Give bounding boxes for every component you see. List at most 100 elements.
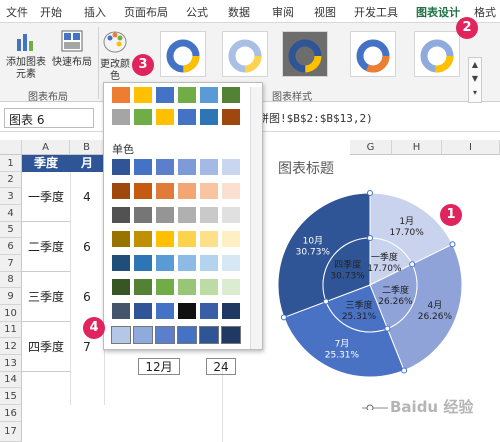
formula-input[interactable]: 饼图!$B$2:$B$13,2) <box>258 110 373 126</box>
row-header[interactable]: 14 <box>0 372 22 388</box>
monochromatic-swatch[interactable] <box>134 159 152 175</box>
row-header[interactable]: 11 <box>0 322 22 338</box>
colorful-swatch[interactable] <box>200 87 218 103</box>
tab-view[interactable]: 视图 <box>314 4 336 20</box>
quick-layout-button[interactable]: 快速布局 <box>52 29 92 69</box>
monochromatic-swatch[interactable] <box>178 303 196 319</box>
total-footer-cell[interactable]: 24 <box>206 358 236 375</box>
monochromatic-swatch[interactable] <box>112 183 130 199</box>
selection-handle[interactable] <box>384 325 391 332</box>
monochromatic-swatch[interactable] <box>111 326 131 344</box>
tab-developer[interactable]: 开发工具 <box>354 4 398 20</box>
monochromatic-swatch[interactable] <box>156 159 174 175</box>
header-cell-quarter[interactable]: 季度 <box>22 155 70 172</box>
monochromatic-swatch[interactable] <box>156 279 174 295</box>
monochromatic-swatch[interactable] <box>156 231 174 247</box>
row-header[interactable]: 17 <box>0 422 22 442</box>
col-header-a[interactable]: A <box>22 140 70 155</box>
monochromatic-swatch[interactable] <box>134 303 152 319</box>
quarter-cell[interactable]: 四季度 <box>22 322 70 372</box>
tab-data[interactable]: 数据 <box>228 4 250 20</box>
tab-formulas[interactable]: 公式 <box>186 4 208 20</box>
tab-format[interactable]: 格式 <box>474 4 496 20</box>
monochromatic-swatch[interactable] <box>200 183 218 199</box>
monochromatic-swatch[interactable] <box>222 255 240 271</box>
colorful-swatch[interactable] <box>200 109 218 125</box>
selection-handle[interactable] <box>449 241 456 248</box>
monochromatic-swatch[interactable] <box>112 231 130 247</box>
chart-style-thumb-4[interactable] <box>350 31 396 77</box>
monochromatic-swatch[interactable] <box>200 279 218 295</box>
monochromatic-swatch[interactable] <box>178 183 196 199</box>
chart-style-thumb-1[interactable] <box>160 31 206 77</box>
monochromatic-swatch[interactable] <box>178 231 196 247</box>
row-header[interactable]: 12 <box>0 338 22 355</box>
header-cell-month[interactable]: 月 <box>70 155 104 172</box>
quarter-cell[interactable]: 一季度 <box>22 172 70 222</box>
monochromatic-swatch[interactable] <box>156 303 174 319</box>
selection-handle[interactable] <box>323 298 330 305</box>
monochromatic-swatch[interactable] <box>178 255 196 271</box>
monochromatic-swatch[interactable] <box>112 207 130 223</box>
monochromatic-swatch[interactable] <box>134 255 152 271</box>
monochromatic-swatch[interactable] <box>155 326 175 344</box>
col-header-b[interactable]: B <box>70 140 104 155</box>
value-cell[interactable]: 4 <box>70 172 104 222</box>
colorful-swatch[interactable] <box>134 87 152 103</box>
monochromatic-swatch[interactable] <box>200 231 218 247</box>
chart-style-thumb-3[interactable] <box>282 31 328 77</box>
change-colors-button[interactable]: 更改颜色 <box>100 29 130 83</box>
monochromatic-swatch[interactable] <box>178 279 196 295</box>
row-header[interactable]: 2 <box>0 172 22 188</box>
colorful-swatch[interactable] <box>222 109 240 125</box>
styles-scroll-arrows[interactable]: ▲ ▼ ▾ <box>468 57 482 103</box>
monochromatic-swatch[interactable] <box>200 207 218 223</box>
chart-style-thumb-5[interactable] <box>414 31 460 77</box>
row-header[interactable]: 13 <box>0 355 22 372</box>
colorful-swatch[interactable] <box>112 109 130 125</box>
monochromatic-swatch[interactable] <box>222 231 240 247</box>
colorful-swatch[interactable] <box>222 87 240 103</box>
selection-handle[interactable] <box>280 314 287 321</box>
month-footer-cell[interactable]: 12月 <box>138 358 180 375</box>
monochromatic-swatch[interactable] <box>200 159 218 175</box>
monochromatic-swatch[interactable] <box>222 279 240 295</box>
colorful-swatch[interactable] <box>112 87 130 103</box>
monochromatic-swatch[interactable] <box>112 279 130 295</box>
selection-handle[interactable] <box>367 235 373 241</box>
value-cell[interactable]: 6 <box>70 222 104 272</box>
row-header[interactable]: 15 <box>0 388 22 405</box>
row-header[interactable]: 3 <box>0 188 22 205</box>
selection-handle[interactable] <box>409 261 416 268</box>
monochromatic-swatch[interactable] <box>178 207 196 223</box>
colorful-swatch[interactable] <box>156 87 174 103</box>
colorful-swatch[interactable] <box>178 87 196 103</box>
row-header[interactable]: 1 <box>0 155 22 172</box>
monochromatic-swatch[interactable] <box>133 326 153 344</box>
monochromatic-swatch[interactable] <box>222 207 240 223</box>
quarter-cell[interactable]: 三季度 <box>22 272 70 322</box>
monochromatic-swatch[interactable] <box>134 183 152 199</box>
row-header[interactable]: 6 <box>0 238 22 255</box>
row-header[interactable]: 5 <box>0 222 22 238</box>
monochromatic-swatch[interactable] <box>177 326 197 344</box>
row-header[interactable]: 8 <box>0 272 22 288</box>
monochromatic-swatch[interactable] <box>156 207 174 223</box>
monochromatic-swatch[interactable] <box>222 183 240 199</box>
row-header[interactable]: 7 <box>0 255 22 272</box>
colorful-swatch[interactable] <box>134 109 152 125</box>
colorful-swatch[interactable] <box>156 109 174 125</box>
tab-file[interactable]: 文件 <box>6 4 28 20</box>
colorful-swatch[interactable] <box>178 109 196 125</box>
row-header[interactable]: 9 <box>0 288 22 305</box>
chart-resize-handle[interactable] <box>366 404 374 410</box>
monochromatic-swatch[interactable] <box>222 159 240 175</box>
name-box[interactable]: 图表 6 <box>4 108 94 128</box>
row-header[interactable]: 4 <box>0 205 22 222</box>
monochromatic-swatch[interactable] <box>112 303 130 319</box>
monochromatic-swatch[interactable] <box>199 326 219 344</box>
tab-chart-design[interactable]: 图表设计 <box>416 4 460 24</box>
monochromatic-swatch[interactable] <box>156 255 174 271</box>
tab-page-layout[interactable]: 页面布局 <box>124 4 168 20</box>
row-header[interactable]: 10 <box>0 305 22 322</box>
